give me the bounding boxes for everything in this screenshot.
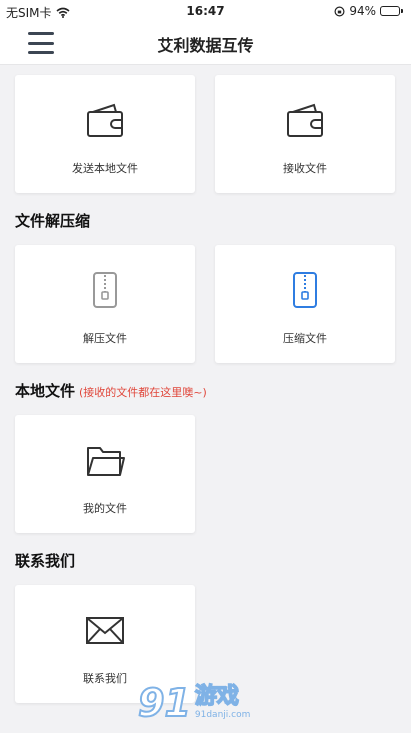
wallet-icon <box>87 103 123 137</box>
decompress-file-card[interactable]: 解压文件 <box>15 245 195 363</box>
battery-icon <box>380 6 403 16</box>
page-title: 艾利数据互传 <box>157 36 254 55</box>
section-title-compress: 文件解压缩 <box>15 212 91 230</box>
watermark-text: 游戏 <box>194 684 240 709</box>
card-label: 解压文件 <box>83 332 127 345</box>
section-title-text: 本地文件 <box>15 382 76 400</box>
section-note: (接收的文件都在这里噢~) <box>79 386 207 399</box>
receive-file-card[interactable]: 接收文件 <box>215 75 395 193</box>
zip-file-icon <box>293 272 317 308</box>
card-label: 压缩文件 <box>283 332 327 345</box>
card-label: 接收文件 <box>283 162 327 175</box>
envelope-icon <box>86 617 124 644</box>
nav-bar: 艾利数据互传 <box>0 22 411 65</box>
compress-file-card[interactable]: 压缩文件 <box>215 245 395 363</box>
section-title-local: 本地文件 (接收的文件都在这里噢~) <box>15 380 207 401</box>
battery-percent: 94% <box>349 4 376 18</box>
folder-icon <box>87 447 125 476</box>
my-files-card[interactable]: 我的文件 <box>15 415 195 533</box>
zip-file-icon <box>93 272 117 308</box>
section-title-contact: 联系我们 <box>15 552 76 570</box>
card-label: 我的文件 <box>83 502 127 515</box>
card-label: 发送本地文件 <box>72 162 138 175</box>
status-right: 94% <box>334 4 403 18</box>
watermark-url: 91danji.com <box>194 710 251 720</box>
site-watermark-logo: 91 游戏 91danji.com <box>137 678 278 728</box>
orientation-lock-icon <box>334 5 345 17</box>
send-local-file-card[interactable]: 发送本地文件 <box>15 75 195 193</box>
status-bar: 无SIM卡 16:47 94% <box>0 0 411 22</box>
wallet-icon <box>287 103 323 137</box>
watermark-number: 91 <box>137 681 192 725</box>
